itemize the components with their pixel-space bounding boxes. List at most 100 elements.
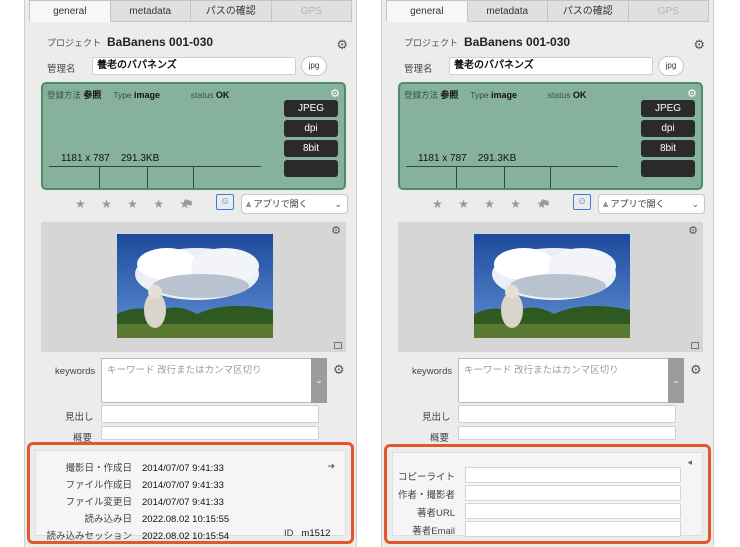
chevron-down-icon: ⌄ xyxy=(691,199,699,209)
jpg-button[interactable]: jpg xyxy=(658,56,684,76)
keywords-label: keywords xyxy=(55,366,96,377)
preview-photo xyxy=(474,234,630,338)
image-preview: ⚙ xyxy=(41,222,346,352)
gear-icon[interactable]: ⚙ xyxy=(330,87,340,100)
date-row: 読み込みセッション 2022.08.02 10:15:54 xyxy=(46,531,230,542)
headline-label: 見出し xyxy=(422,412,451,423)
gear-icon[interactable]: ⚙ xyxy=(690,363,702,376)
divider xyxy=(193,166,194,188)
manager-label: 管理名 xyxy=(404,64,433,75)
arrow-left-icon[interactable]: ◂ xyxy=(687,457,692,468)
rights-row: コピーライト xyxy=(397,472,455,483)
divider xyxy=(456,166,457,188)
project-label: プロジェクト xyxy=(47,38,102,48)
keywords-dropdown-button[interactable]: ⌄ xyxy=(311,358,327,403)
rights-row: 著者Email xyxy=(412,526,455,537)
summary-input[interactable] xyxy=(101,426,319,440)
summary-input[interactable] xyxy=(458,426,676,440)
image-preview: ⚙ xyxy=(398,222,703,352)
manager-label: 管理名 xyxy=(47,64,76,75)
project-name: BaBanens 001-030 xyxy=(464,35,571,49)
star-rating[interactable]: ★ ★ ★ ★ ★ xyxy=(75,197,196,211)
dpi-button[interactable]: dpi xyxy=(284,120,338,137)
gear-icon[interactable]: ⚙ xyxy=(336,38,348,51)
dates-panel: ➜ 撮影日・作成日 2014/07/07 9:41:33 ファイル作成日 2014/… xyxy=(35,450,346,542)
tab-general[interactable]: general xyxy=(29,0,111,22)
date-row: ファイル作成日 2014/07/07 9:41:33 xyxy=(65,480,224,491)
jpg-button[interactable]: jpg xyxy=(301,56,327,76)
keywords-input[interactable]: キーワード 改行またはカンマ区切り xyxy=(101,358,327,403)
divider xyxy=(147,166,148,188)
tab-metadata[interactable]: metadata xyxy=(110,0,191,22)
manager-name-field[interactable]: 養老のバパネンズ xyxy=(449,57,653,75)
inspector-panel-right: general metadata パスの確認 GPS プロジェクト BaBanen… xyxy=(381,0,714,547)
star-rating[interactable]: ★ ★ ★ ★ ★ xyxy=(432,197,553,211)
gear-icon[interactable]: ⚙ xyxy=(687,87,697,100)
tab-bar: general metadata パスの確認 GPS xyxy=(386,0,709,22)
author-input[interactable] xyxy=(465,485,681,501)
author-email-input[interactable] xyxy=(465,521,681,537)
tab-path-check[interactable]: パスの確認 xyxy=(548,0,629,22)
headline-input[interactable] xyxy=(101,405,319,423)
date-row: ファイル変更日 2014/07/07 9:41:33 xyxy=(65,497,224,508)
arrow-right-icon[interactable]: ➜ xyxy=(327,461,335,472)
gear-icon[interactable]: ⚙ xyxy=(333,363,345,376)
tab-gps[interactable]: GPS xyxy=(628,0,709,22)
headline-label: 見出し xyxy=(65,412,94,423)
resize-icon[interactable] xyxy=(691,342,699,349)
tab-bar: general metadata パスの確認 GPS xyxy=(29,0,352,22)
flag-icon[interactable]: ⚑ xyxy=(540,197,551,211)
rights-row: 著者URL xyxy=(416,508,455,519)
open-with-app-select[interactable]: ⩓ アプリで開く ⌄ xyxy=(241,194,348,214)
open-with-app-select[interactable]: ⩓ アプリで開く ⌄ xyxy=(598,194,705,214)
bit-depth-button[interactable]: 8bit xyxy=(284,140,338,157)
chevron-down-icon: ⌄ xyxy=(334,199,342,209)
bit-depth-button[interactable]: 8bit xyxy=(641,140,695,157)
finder-icon[interactable]: ☺ xyxy=(573,194,591,210)
summary-label: 概要 xyxy=(430,433,450,444)
jpeg-button[interactable]: JPEG xyxy=(284,100,338,117)
rights-section: ◂ コピーライト 作者・撮影者 著者URL 著者Email xyxy=(384,444,711,544)
jpeg-button[interactable]: JPEG xyxy=(641,100,695,117)
empty-button[interactable] xyxy=(641,160,695,177)
rights-row: 作者・撮影者 xyxy=(397,490,455,501)
inspector-panel-left: general metadata パスの確認 GPS プロジェクト BaBanen… xyxy=(24,0,357,547)
headline-input[interactable] xyxy=(458,405,676,423)
dimensions-text: 1181 x 787 291.3KB xyxy=(418,153,517,164)
keywords-input[interactable]: キーワード 改行またはカンマ区切り xyxy=(458,358,684,403)
divider xyxy=(504,166,505,188)
resize-icon[interactable] xyxy=(334,342,342,349)
file-info-box: 登録方法 参照 Type image status OK ⚙ JPEG dpi … xyxy=(398,82,703,190)
tab-path-check[interactable]: パスの確認 xyxy=(191,0,272,22)
app-icon: ⩓ xyxy=(603,199,611,209)
keywords-dropdown-button[interactable]: ⌄ xyxy=(668,358,684,403)
finder-icon[interactable]: ☺ xyxy=(216,194,234,210)
tab-general[interactable]: general xyxy=(386,0,468,22)
file-info-box: 登録方法 参照 Type image status OK ⚙ JPEG dpi … xyxy=(41,82,346,190)
gear-icon[interactable]: ⚙ xyxy=(688,226,698,237)
gear-icon[interactable]: ⚙ xyxy=(331,226,341,237)
divider xyxy=(99,166,100,188)
flag-icon[interactable]: ⚑ xyxy=(183,197,194,211)
project-label: プロジェクト xyxy=(404,38,459,48)
copyright-input[interactable] xyxy=(465,467,681,483)
divider xyxy=(550,166,551,188)
divider xyxy=(406,166,618,167)
manager-name-field[interactable]: 養老のバパネンズ xyxy=(92,57,296,75)
project-name: BaBanens 001-030 xyxy=(107,35,214,49)
project-row: プロジェクト BaBanens 001-030 xyxy=(47,35,213,49)
tab-metadata[interactable]: metadata xyxy=(467,0,548,22)
app-icon: ⩓ xyxy=(246,199,254,209)
dates-section: ➜ 撮影日・作成日 2014/07/07 9:41:33 ファイル作成日 2014/… xyxy=(27,442,354,544)
dpi-button[interactable]: dpi xyxy=(641,120,695,137)
id-display: ID m1512 xyxy=(284,528,331,539)
gear-icon[interactable]: ⚙ xyxy=(693,38,705,51)
project-row: プロジェクト BaBanens 001-030 xyxy=(404,35,570,49)
file-info-line: 登録方法 参照 Type image status OK xyxy=(47,90,230,100)
file-info-line: 登録方法 参照 Type image status OK xyxy=(404,90,587,100)
author-url-input[interactable] xyxy=(465,503,681,519)
dimensions-text: 1181 x 787 291.3KB xyxy=(61,153,160,164)
tab-gps[interactable]: GPS xyxy=(271,0,352,22)
date-row: 読み込み日 2022.08.02 10:15:55 xyxy=(84,514,230,525)
empty-button[interactable] xyxy=(284,160,338,177)
